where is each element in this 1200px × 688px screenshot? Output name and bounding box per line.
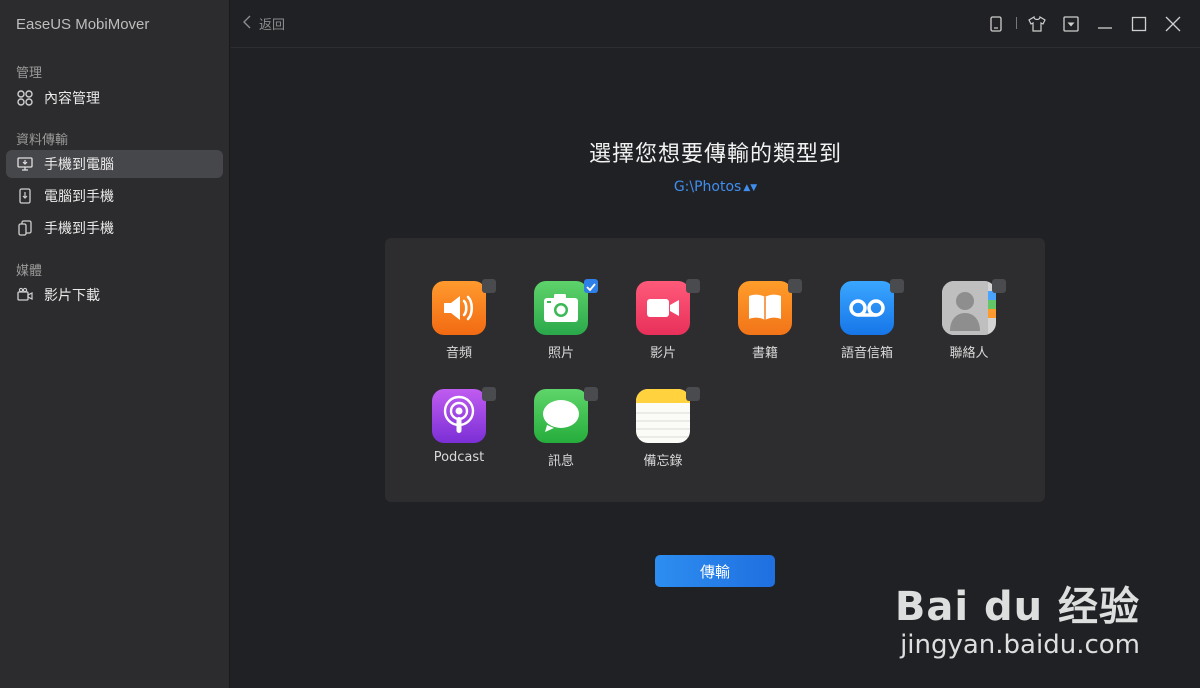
tile-label: Podcast	[433, 450, 485, 465]
sidebar-item-phone-to-pc[interactable]: 手機到電腦	[6, 150, 223, 178]
notes-icon	[636, 389, 690, 443]
checkbox[interactable]	[686, 279, 700, 293]
category-tile-notes[interactable]: 備忘錄	[616, 387, 706, 489]
checkbox[interactable]	[482, 387, 496, 401]
tile-label: 訊息	[547, 454, 574, 469]
sidebar: EaseUS MobiMover 管理 內容管理 資料傳輸 手機到電腦 電腦到手…	[0, 0, 230, 688]
category-panel: 音頻 照片 影片 書籍 語音信箱 聯絡人 Podcast 訊息 備忘錄	[385, 238, 1045, 502]
category-tile-videos[interactable]: 影片	[616, 279, 706, 381]
tile-label: 照片	[547, 346, 574, 361]
tile-label: 備忘錄	[643, 454, 683, 469]
page-title: 選擇您想要傳輸的類型到	[588, 142, 842, 167]
category-tile-podcast[interactable]: Podcast	[412, 387, 502, 489]
dropdown-menu-icon[interactable]	[1059, 12, 1083, 36]
minimize-icon[interactable]	[1093, 12, 1117, 36]
video-download-icon	[16, 286, 34, 304]
watermark-brand: Bai du 经验	[894, 584, 1140, 630]
messages-icon	[534, 389, 588, 443]
tile-label: 語音信箱	[840, 346, 893, 361]
sidebar-item-pc-to-phone[interactable]: 電腦到手機	[6, 182, 223, 210]
category-tile-voicemail[interactable]: 語音信箱	[820, 279, 910, 381]
grid-circles-icon	[16, 89, 34, 107]
tshirt-icon[interactable]	[1025, 12, 1049, 36]
category-tile-books[interactable]: 書籍	[718, 279, 808, 381]
checkbox[interactable]	[482, 279, 496, 293]
sidebar-item-video-download[interactable]: 影片下載	[6, 281, 223, 309]
checkbox[interactable]	[992, 279, 1006, 293]
destination-path: G:\Photos	[673, 179, 742, 195]
baidu-watermark: Bai du 经验 jingyan.baidu.com	[895, 574, 1140, 660]
category-tile-contacts[interactable]: 聯絡人	[922, 279, 1012, 381]
tile-label: 聯絡人	[949, 346, 989, 361]
device-icon[interactable]	[984, 12, 1008, 36]
pc-to-phone-icon	[16, 187, 34, 205]
close-icon[interactable]	[1161, 12, 1185, 36]
checkbox[interactable]	[788, 279, 802, 293]
main-panel: 返回 選擇您想要傳輸的類型到 G:\Photos ▲▼ 音頻 照片 影片 書籍 …	[231, 0, 1200, 688]
destination-selector[interactable]: G:\Photos ▲▼	[231, 179, 1200, 195]
voicemail-icon	[840, 281, 894, 335]
section-label-transfer: 資料傳輸	[16, 133, 69, 148]
podcast-icon	[432, 389, 486, 443]
tile-label: 書籍	[751, 346, 778, 361]
audio-icon	[432, 281, 486, 335]
transfer-button[interactable]: 傳輸	[655, 555, 775, 587]
sidebar-item-label: 手機到手機	[44, 221, 114, 237]
back-label: 返回	[259, 18, 286, 33]
watermark-url: jingyan.baidu.com	[900, 630, 1140, 660]
section-label-media: 媒體	[16, 264, 43, 279]
sidebar-item-label: 手機到電腦	[44, 157, 114, 173]
checkbox-checked[interactable]	[584, 279, 598, 293]
books-icon	[738, 281, 792, 335]
sidebar-item-label: 內容管理	[44, 91, 100, 107]
category-tile-messages[interactable]: 訊息	[514, 387, 604, 489]
checkbox[interactable]	[584, 387, 598, 401]
section-label-manage: 管理	[16, 66, 43, 81]
back-button[interactable]: 返回	[243, 14, 285, 33]
checkmark-icon	[586, 283, 596, 292]
checkbox[interactable]	[890, 279, 904, 293]
checkbox[interactable]	[686, 387, 700, 401]
sidebar-item-phone-to-phone[interactable]: 手機到手機	[6, 214, 223, 242]
updown-arrows-icon: ▲▼	[743, 183, 758, 193]
photos-icon	[534, 281, 588, 335]
app-title: EaseUS MobiMover	[16, 16, 150, 33]
sidebar-item-label: 電腦到手機	[44, 189, 114, 205]
top-bar: 返回	[231, 0, 1200, 48]
phone-to-phone-icon	[16, 219, 34, 237]
sidebar-item-content-management[interactable]: 內容管理	[6, 84, 223, 112]
category-tile-audio[interactable]: 音頻	[412, 279, 502, 381]
maximize-icon[interactable]	[1127, 12, 1151, 36]
contacts-icon	[942, 281, 996, 335]
category-tile-photos[interactable]: 照片	[514, 279, 604, 381]
tile-label: 影片	[649, 346, 676, 361]
chevron-left-icon	[243, 14, 251, 33]
tile-label: 音頻	[445, 346, 472, 361]
videos-icon	[636, 281, 690, 335]
phone-to-pc-icon	[16, 155, 34, 173]
sidebar-item-label: 影片下載	[44, 288, 100, 304]
